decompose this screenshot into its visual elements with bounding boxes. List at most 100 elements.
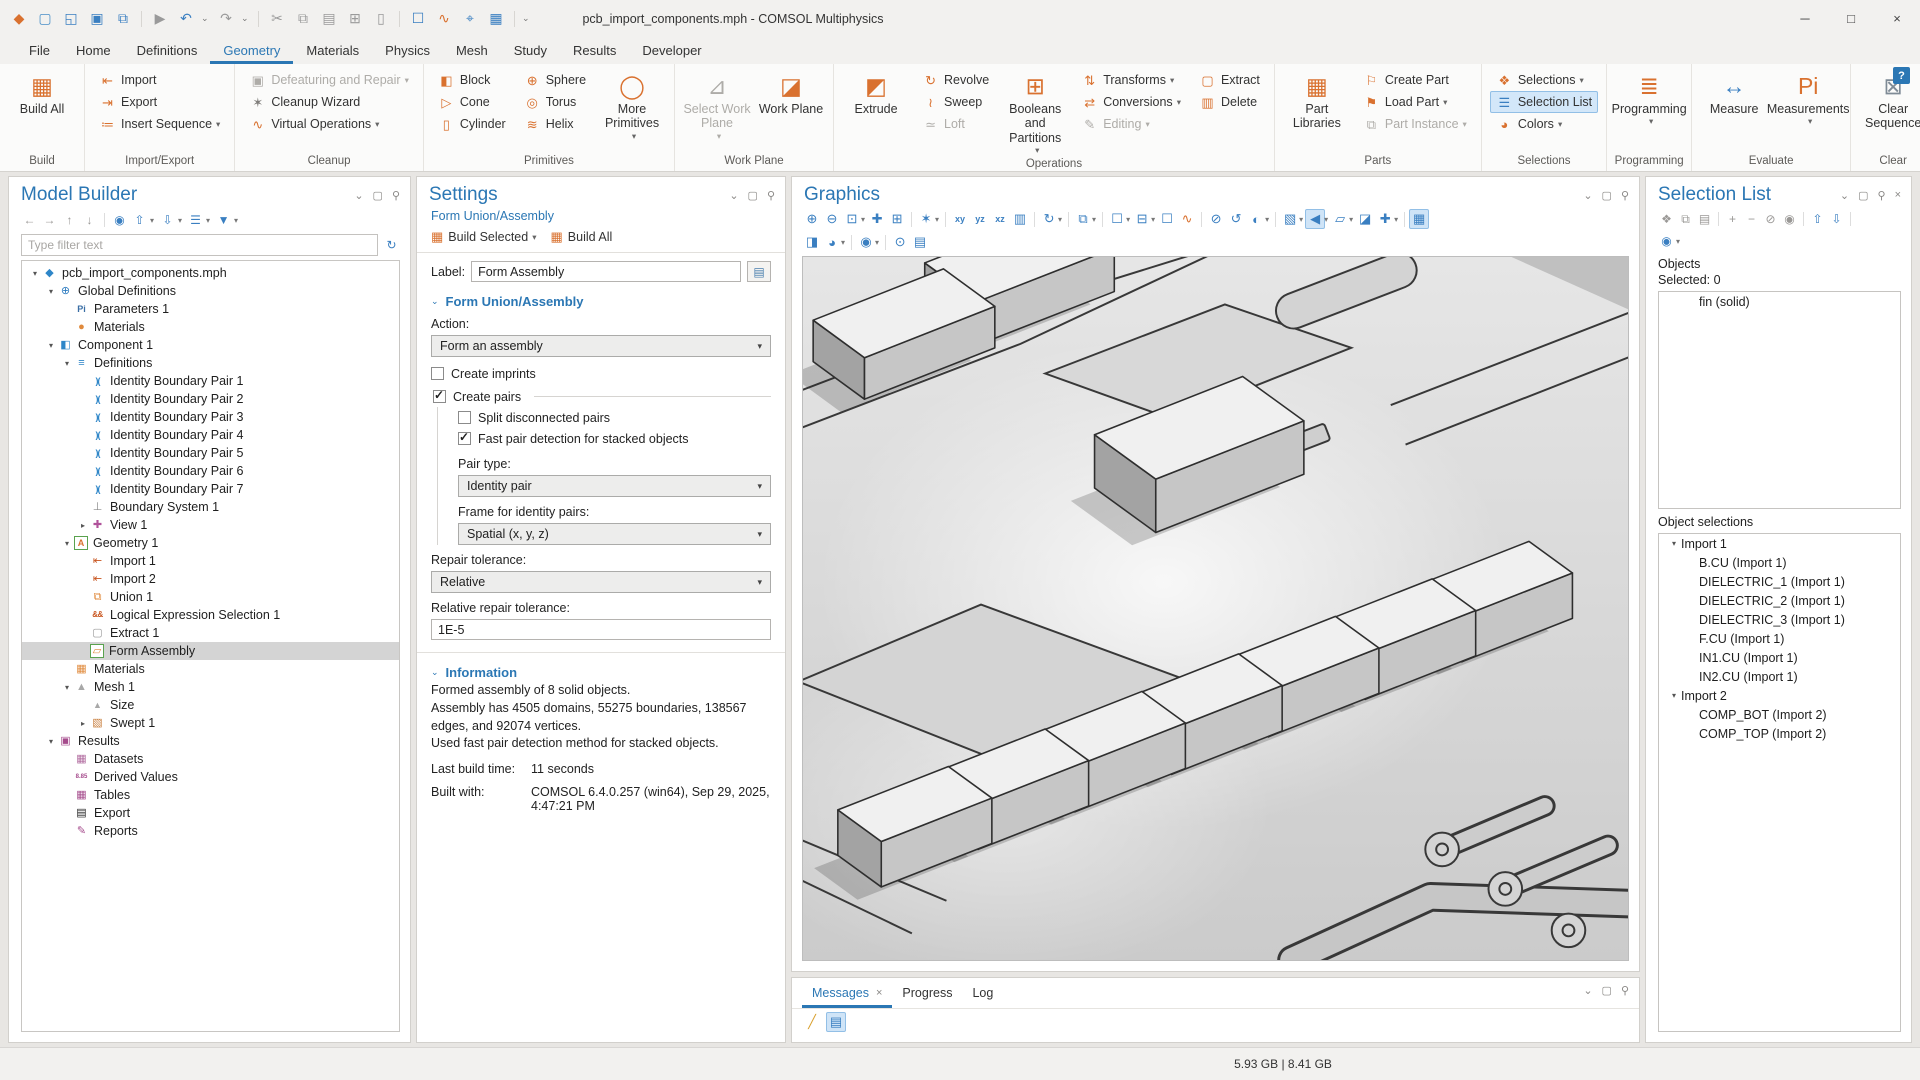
- close-button[interactable]: ×: [1874, 0, 1920, 37]
- list-item-dielectric-1-import-1[interactable]: DIELECTRIC_1 (Import 1): [1659, 572, 1900, 591]
- build-selected-button[interactable]: ▦ Build Selected▾: [431, 229, 537, 245]
- select-work-plane-button[interactable]: ⊿Select Work Plane▾: [680, 69, 754, 142]
- delete-button[interactable]: ▥Delete: [1193, 91, 1266, 113]
- sphere-button[interactable]: ⊕Sphere: [518, 69, 592, 91]
- filter-icon[interactable]: ▼: [215, 211, 232, 229]
- dropdown-caret-icon[interactable]: ▾: [178, 216, 182, 225]
- dropdown-caret-icon[interactable]: ▾: [1676, 237, 1680, 246]
- pair-type-select[interactable]: Identity pair▾: [458, 475, 771, 497]
- tree-chevron-icon[interactable]: ▾: [60, 539, 74, 548]
- tree-chevron-icon[interactable]: ▾: [44, 737, 58, 746]
- tree-item-view-1[interactable]: ▸✚View 1: [22, 516, 399, 534]
- ribbon-tab-developer[interactable]: Developer: [629, 37, 714, 64]
- tree-chevron-icon[interactable]: ▸: [76, 719, 90, 728]
- ribbon-tab-home[interactable]: Home: [63, 37, 124, 64]
- reset-hiding-icon[interactable]: ↺: [1226, 209, 1246, 229]
- selections-button[interactable]: ❖Selections▾: [1490, 69, 1598, 91]
- run-icon[interactable]: ▶: [149, 8, 171, 30]
- cone-button[interactable]: ▷Cone: [432, 91, 512, 113]
- pin-panel-icon[interactable]: ⚲: [1621, 984, 1629, 997]
- action-select[interactable]: Form an assembly▾: [431, 335, 771, 357]
- rename-button[interactable]: ▤: [747, 261, 771, 282]
- tree-item-definitions[interactable]: ▾≡Definitions: [22, 354, 399, 372]
- add-icon[interactable]: +: [1724, 210, 1741, 228]
- helix-button[interactable]: ≋Helix: [518, 113, 592, 135]
- ribbon-tab-definitions[interactable]: Definitions: [124, 37, 211, 64]
- print-icon[interactable]: ▤: [910, 232, 930, 252]
- dropdown-caret-icon[interactable]: ▾: [1265, 215, 1269, 224]
- copy-icon[interactable]: ⧉: [1677, 210, 1694, 228]
- tree-chevron-icon[interactable]: ▸: [76, 521, 90, 530]
- zoom-out-icon[interactable]: ⊖: [822, 209, 842, 229]
- zoom-box-icon[interactable]: ⊡: [842, 209, 862, 229]
- editing-button[interactable]: ✎Editing▾: [1075, 113, 1187, 135]
- open-file-icon[interactable]: ◱: [60, 8, 82, 30]
- defeaturing-and-repair-button[interactable]: ▣Defeaturing and Repair▾: [243, 69, 415, 91]
- new-file-icon[interactable]: ▢: [34, 8, 56, 30]
- tree-item-materials[interactable]: ●Materials: [22, 318, 399, 336]
- save-as-icon[interactable]: ⧉: [112, 8, 134, 30]
- dropdown-caret-icon[interactable]: ▾: [935, 215, 939, 224]
- panel-menu-icon[interactable]: ⌄: [1583, 984, 1592, 997]
- lasso-select-icon[interactable]: ∿: [1177, 209, 1197, 229]
- torus-button[interactable]: ◎Torus: [518, 91, 592, 113]
- default-view-icon[interactable]: ◀: [1305, 209, 1325, 229]
- more-primitives-button[interactable]: ◯More Primitives▾: [595, 69, 669, 142]
- tree-item-component-1[interactable]: ▾◧Component 1: [22, 336, 399, 354]
- tree-filter-input[interactable]: [21, 234, 378, 256]
- select-box-icon[interactable]: ☐: [407, 8, 429, 30]
- float-panel-icon[interactable]: ▢: [373, 189, 383, 202]
- clear-messages-icon[interactable]: ╱: [802, 1012, 822, 1032]
- rotate-icon[interactable]: ↻: [1039, 209, 1059, 229]
- tree-item-datasets[interactable]: ▦Datasets: [22, 750, 399, 768]
- list-item-in1-cu-import-1[interactable]: IN1.CU (Import 1): [1659, 648, 1900, 667]
- back-icon[interactable]: ←: [21, 211, 38, 229]
- close-panel-icon[interactable]: ×: [1895, 189, 1901, 201]
- ribbon-tab-geometry[interactable]: Geometry: [210, 37, 293, 64]
- tree-item-geometry-1[interactable]: ▾AGeometry 1: [22, 534, 399, 552]
- tree-item-export[interactable]: ▤Export: [22, 804, 399, 822]
- dropdown-caret-icon[interactable]: ▾: [1349, 215, 1353, 224]
- save-icon[interactable]: ▣: [86, 8, 108, 30]
- list-item-f-cu-import-1[interactable]: F.CU (Import 1): [1659, 629, 1900, 648]
- tree-item-identity-boundary-pair-5[interactable]: )(Identity Boundary Pair 5: [22, 444, 399, 462]
- lasso-select-icon[interactable]: ∿: [433, 8, 455, 30]
- float-panel-icon[interactable]: ▢: [1858, 189, 1868, 202]
- view-xz-icon[interactable]: xz: [990, 209, 1010, 229]
- select-entities-icon[interactable]: ☐: [1157, 209, 1177, 229]
- find-icon[interactable]: ⌖: [459, 8, 481, 30]
- colors-button[interactable]: ◕Colors▾: [1490, 113, 1598, 135]
- tree-item-global-definitions[interactable]: ▾⊕Global Definitions: [22, 282, 399, 300]
- list-item-comp-top-import-2[interactable]: COMP_TOP (Import 2): [1659, 724, 1900, 743]
- scene-light-icon[interactable]: ◪: [1355, 209, 1375, 229]
- scene-objects-icon[interactable]: ⧉: [1073, 209, 1093, 229]
- ribbon-tab-physics[interactable]: Physics: [372, 37, 443, 64]
- panel-menu-icon[interactable]: ⌄: [354, 189, 363, 202]
- loft-button[interactable]: ≃Loft: [916, 113, 995, 135]
- dropdown-caret-icon[interactable]: ▾: [1324, 215, 1328, 224]
- tree-chevron-icon[interactable]: ▾: [1667, 691, 1681, 700]
- transparency-icon[interactable]: ▱: [1330, 209, 1350, 229]
- model-tree-node-text-icon[interactable]: ☰: [187, 211, 204, 229]
- duplicate-icon[interactable]: ⊞: [344, 8, 366, 30]
- booleans-and-partitions-button[interactable]: ⊞Booleans and Partitions▾: [998, 69, 1072, 156]
- dropdown-caret-icon[interactable]: ▾: [206, 216, 210, 225]
- forward-icon[interactable]: →: [41, 211, 58, 229]
- tree-item-swept-1[interactable]: ▸▧Swept 1: [22, 714, 399, 732]
- tree-item-identity-boundary-pair-4[interactable]: )(Identity Boundary Pair 4: [22, 426, 399, 444]
- zoom-in-icon[interactable]: ⊕: [802, 209, 822, 229]
- ribbon-tab-materials[interactable]: Materials: [293, 37, 372, 64]
- dropdown-caret-icon[interactable]: ▾: [1092, 215, 1096, 224]
- grid-icon[interactable]: ▦: [1409, 209, 1429, 229]
- ribbon-tab-file[interactable]: File: [16, 37, 63, 64]
- view-unhidden-icon[interactable]: ◐: [1246, 209, 1266, 229]
- view-axes-icon[interactable]: ✚: [1375, 209, 1395, 229]
- help-button[interactable]: ?: [1893, 67, 1910, 84]
- pin-panel-icon[interactable]: ⚲: [767, 189, 775, 202]
- hide-selected-icon[interactable]: ⊘: [1206, 209, 1226, 229]
- tree-chevron-icon[interactable]: ▾: [44, 287, 58, 296]
- label-input[interactable]: [471, 261, 741, 282]
- show-icon[interactable]: ◉: [111, 211, 128, 229]
- move-down-icon[interactable]: ⇩: [1828, 210, 1845, 228]
- clear-sequence-button[interactable]: ⊠Clear Sequence: [1856, 69, 1920, 131]
